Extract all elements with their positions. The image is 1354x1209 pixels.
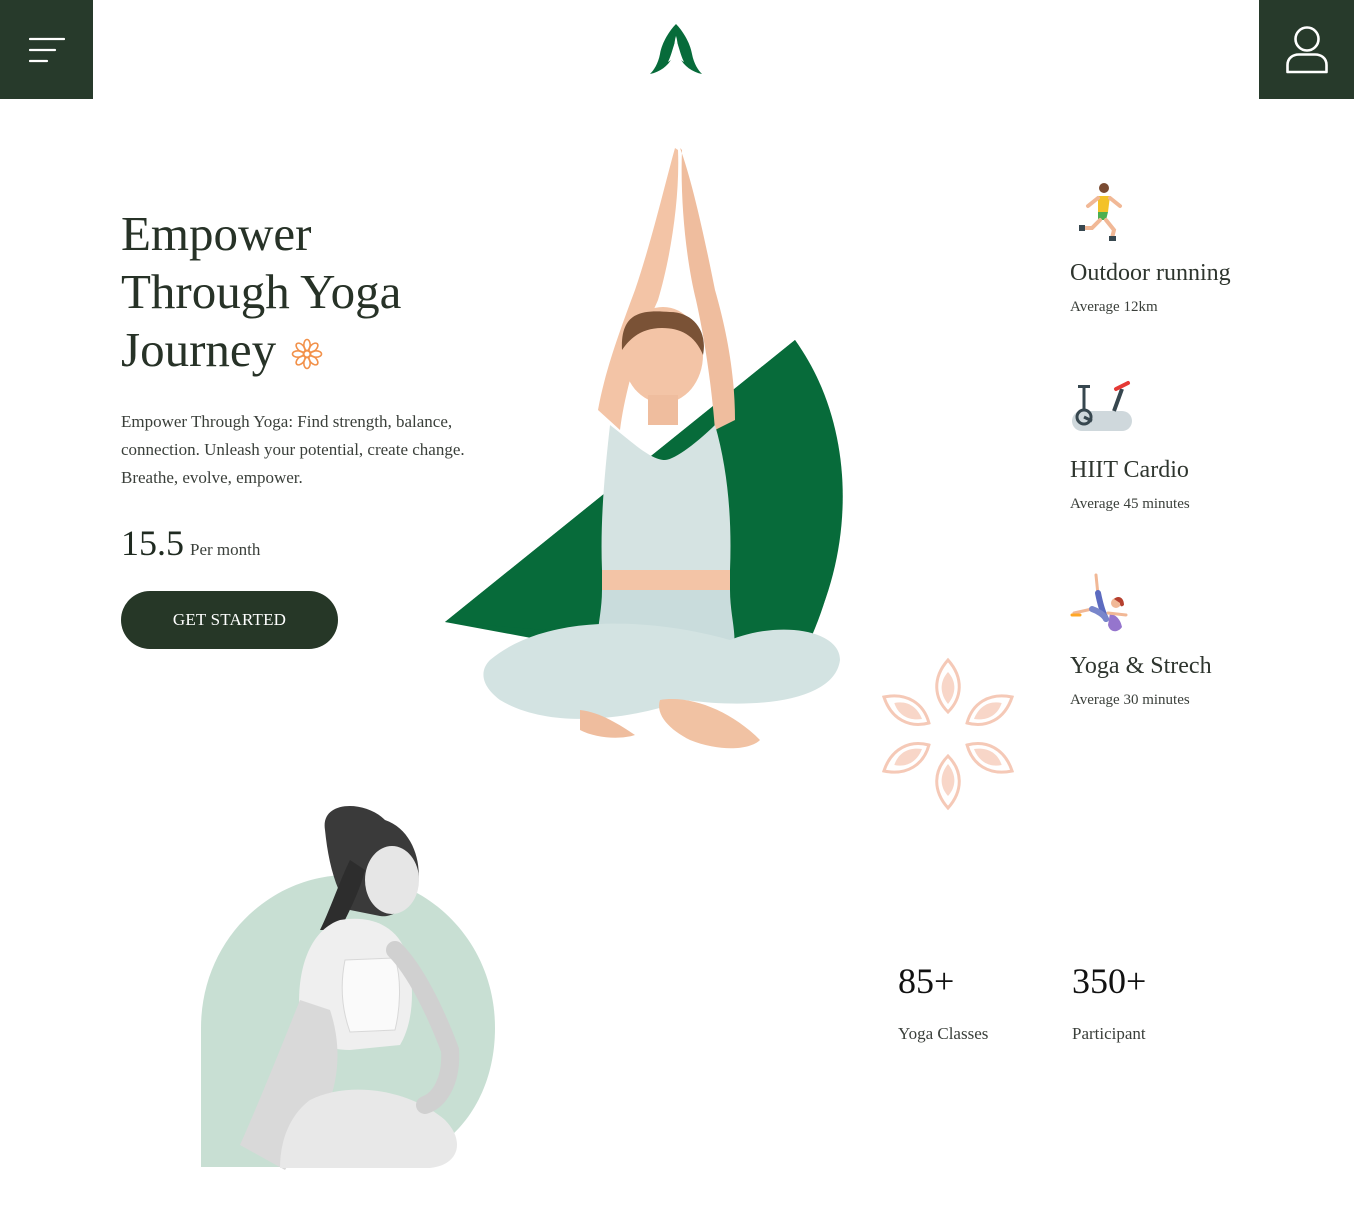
hamburger-menu-icon (28, 37, 65, 62)
orange-flower-icon (290, 326, 324, 384)
stat-participants: 350+ Participant (1072, 960, 1146, 1044)
activity-title: Outdoor running (1070, 260, 1231, 286)
seated-yoga-image (201, 806, 495, 1170)
stat-value: 350+ (1072, 961, 1147, 1001)
menu-button[interactable] (0, 0, 93, 99)
lotus-outline-icon (876, 657, 1020, 810)
activity-card-outdoor-running[interactable]: Outdoor running Average 12km (1070, 180, 1330, 316)
stat-value: 85+ (898, 961, 955, 1001)
exercise-bike-icon (1072, 381, 1132, 431)
hero-title-text: Empower Through Yoga Journey (121, 206, 402, 377)
activity-card-hiit-cardio[interactable]: HIIT Cardio Average 45 minutes (1070, 377, 1330, 513)
praying-hands-logo-icon (650, 24, 702, 74)
hero-yoga-image (445, 148, 843, 749)
activity-subtitle: Average 45 minutes (1070, 496, 1190, 512)
activity-subtitle: Average 30 minutes (1070, 692, 1190, 708)
get-started-button[interactable]: GET STARTED (121, 591, 338, 649)
yoga-stretch-icon (1070, 573, 1128, 632)
price: 15.5 Per month (121, 522, 260, 564)
activity-title: HIIT Cardio (1070, 457, 1189, 483)
user-profile-button[interactable] (1259, 0, 1354, 99)
user-profile-icon (1285, 25, 1328, 73)
stat-yoga-classes: 85+ Yoga Classes (898, 960, 988, 1044)
brand-logo[interactable] (648, 22, 704, 76)
price-unit: Per month (190, 540, 261, 559)
price-value: 15.5 (121, 523, 184, 563)
running-person-icon (1079, 183, 1122, 241)
stat-label: Participant (1072, 1024, 1146, 1043)
activity-title: Yoga & Strech (1070, 653, 1212, 679)
activity-card-yoga-stretch[interactable]: Yoga & Strech Average 30 minutes (1070, 573, 1330, 709)
activity-subtitle: Average 12km (1070, 299, 1158, 315)
stat-label: Yoga Classes (898, 1024, 989, 1043)
hero-title: Empower Through Yoga Journey (121, 205, 481, 384)
